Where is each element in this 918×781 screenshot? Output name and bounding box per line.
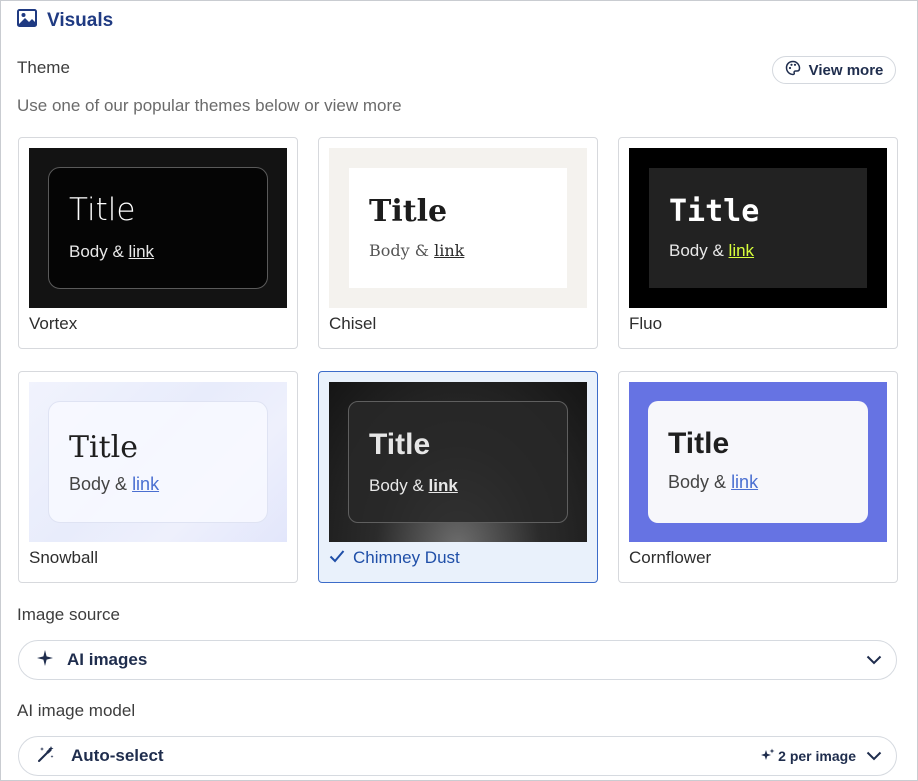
preview-title: Title — [69, 192, 136, 228]
preview-body: Body & link — [69, 474, 160, 494]
theme-preview: Title Body & link — [29, 382, 287, 542]
image-source-dropdown[interactable]: AI images — [18, 640, 897, 680]
view-more-button[interactable]: View more — [772, 56, 896, 84]
ai-model-dropdown[interactable]: Auto-select 2 per image — [18, 736, 897, 776]
theme-name: Chimney Dust — [329, 548, 460, 568]
theme-name: Snowball — [29, 548, 98, 567]
ai-model-label: AI image model — [17, 701, 136, 720]
magic-wand-icon — [37, 745, 55, 768]
sparkles-icon — [761, 748, 775, 765]
preview-title: Title — [69, 430, 139, 465]
theme-name: Cornflower — [629, 548, 712, 567]
theme-preview: Title Body & link — [29, 148, 287, 308]
theme-card-snowball[interactable]: Title Body & link Snowball — [18, 371, 298, 583]
preview-body: Body & link — [69, 242, 155, 261]
preview-title: Title — [669, 194, 760, 229]
theme-preview: Title Body & link — [629, 382, 887, 542]
chevron-down-icon — [866, 652, 882, 668]
panel-title: Visuals — [47, 9, 114, 31]
preview-title: Title — [668, 427, 730, 460]
preview-title: Title — [369, 428, 431, 461]
visuals-panel: Visuals Theme View more Use one of our p… — [0, 0, 918, 781]
preview-body: Body & link — [669, 241, 755, 260]
preview-body: Body & link — [668, 472, 759, 492]
sparkle-icon — [37, 649, 53, 671]
theme-name: Chisel — [329, 314, 377, 333]
panel-header: Visuals — [17, 9, 113, 32]
theme-card-chimney-dust[interactable]: Title Body & link Chimney Dust — [318, 371, 598, 583]
theme-preview: Title Body & link — [329, 148, 587, 308]
theme-card-chisel[interactable]: Title Body & link Chisel — [318, 137, 598, 349]
palette-icon — [785, 60, 801, 80]
checkmark-icon — [329, 548, 345, 568]
theme-name: Vortex — [29, 314, 78, 333]
image-icon — [17, 9, 37, 32]
theme-preview: Title Body & link — [329, 382, 587, 542]
theme-card-vortex[interactable]: Title Body & link Vortex — [18, 137, 298, 349]
view-more-label: View more — [808, 61, 884, 79]
image-source-value: AI images — [67, 650, 148, 669]
theme-subtitle: Use one of our popular themes below or v… — [17, 96, 402, 115]
preview-body: Body & link — [369, 241, 465, 260]
theme-preview: Title Body & link — [629, 148, 887, 308]
ai-model-value: Auto-select — [71, 746, 164, 765]
image-source-label: Image source — [17, 605, 120, 624]
credits-badge: 2 per image — [761, 748, 856, 765]
theme-card-cornflower[interactable]: Title Body & link Cornflower — [618, 371, 898, 583]
theme-name: Fluo — [629, 314, 663, 333]
preview-body: Body & link — [369, 476, 458, 495]
theme-label: Theme — [17, 58, 70, 77]
preview-title: Title — [369, 194, 448, 229]
credits-label: 2 per image — [778, 748, 856, 764]
chevron-down-icon — [866, 748, 882, 764]
theme-card-fluo[interactable]: Title Body & link Fluo — [618, 137, 898, 349]
